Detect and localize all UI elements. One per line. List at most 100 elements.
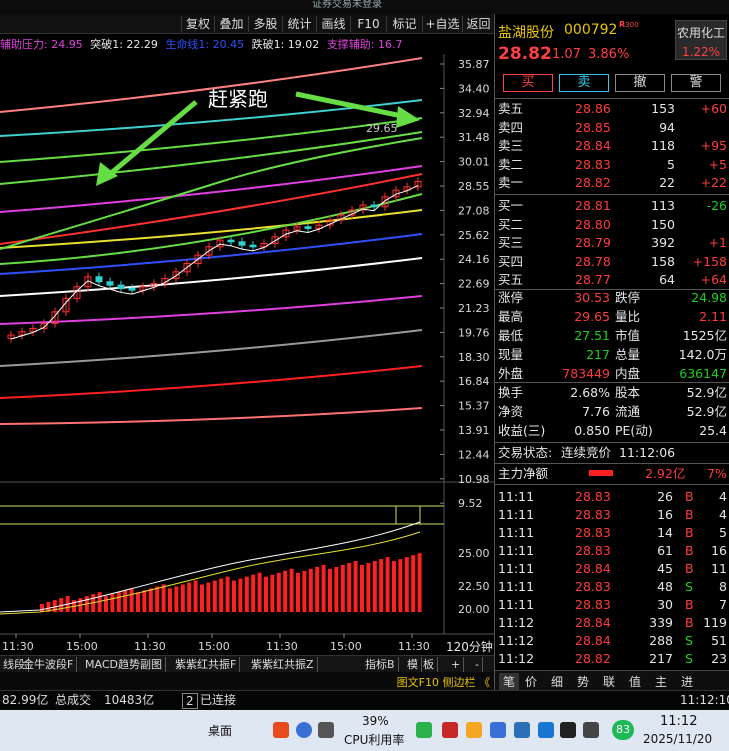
app-orange-icon[interactable] [466,722,482,738]
quote-panel: 盐湖股份 000792 R300 农用化工 1.22% 28.82 1.07 3… [494,14,729,690]
tick-row[interactable]: 11:12 28.84 339 B 119 [495,614,729,632]
bid-row[interactable]: 买二 28.80 150 [495,216,729,234]
price-tick: 16.84 [458,375,490,388]
panel-tab-zhu[interactable]: 主 [655,673,667,690]
toolbar-add-watch-button[interactable]: +自选 [422,16,462,32]
tab-plus-button[interactable]: + [448,657,465,672]
stat-row[interactable]: 最低 27.51 市值 1525亿 [495,327,729,345]
panel-tab-bi[interactable]: 笔 [499,673,520,690]
wifi-icon[interactable] [583,722,599,738]
cancel-button[interactable]: 撤 [615,74,665,92]
price-tick: 22.69 [458,278,490,291]
tick-row[interactable]: 11:11 28.83 48 S 8 [495,578,729,596]
tick-row[interactable]: 11:11 28.83 16 B 4 [495,506,729,524]
tab-minus-button[interactable]: - [472,657,483,672]
panel-tab-jin[interactable]: 进 [681,673,693,690]
toolbar-stats-button[interactable]: 统计 [282,16,316,32]
panel-tab-jia[interactable]: 价 [525,673,537,690]
price-pct: 3.86% [588,47,630,62]
tick-row[interactable]: 11:11 28.83 26 B 4 [495,488,729,506]
bid-row[interactable]: 买三 28.79 392 +1 [495,234,729,252]
panel-tab-lian[interactable]: 联 [603,673,615,690]
stat-row[interactable]: 现量 217 总量 142.0万 [495,346,729,364]
main-flow[interactable]: 主力净额 2.92亿 7% [495,465,729,483]
period-label[interactable]: 120分钟 [446,639,493,654]
panel-tab-xi[interactable]: 细 [551,673,563,690]
tick-row[interactable]: 11:12 28.84 288 S 51 [495,632,729,650]
sub-bar [276,572,281,612]
alert-button[interactable]: 警 [671,74,721,92]
r-marker: R300 [619,20,639,29]
app-s-icon[interactable] [273,722,289,738]
tick-row[interactable]: 11:11 28.83 30 B 7 [495,596,729,614]
candle-body [95,276,103,283]
bluetooth-icon[interactable] [560,722,576,738]
app-cloud-icon[interactable] [538,722,554,738]
price-tick: 10.98 [458,473,490,486]
price-tick: 19.76 [458,326,490,339]
stat-row[interactable]: 收益(三) 0.850 PE(动) 25.4 [495,422,729,440]
tick-row[interactable]: 11:11 28.83 61 B 16 [495,542,729,560]
tab-macd[interactable]: MACD趋势副图 [82,657,166,672]
ask-row[interactable]: 卖二 28.83 5 +5 [495,156,729,174]
sub-bar [411,555,416,612]
toolbar-overlay-button[interactable]: 叠加 [214,16,248,32]
tick-row[interactable]: 11:11 28.83 14 B 5 [495,524,729,542]
taskbar-desktop[interactable]: 桌面 [208,722,232,739]
status-connected: 已连接 [200,693,237,707]
tick-row[interactable]: 11:11 28.84 45 B 11 [495,560,729,578]
tab-indicator-b[interactable]: 指标B [362,657,399,672]
stat-row[interactable]: 外盘 783449 内盘 636147 [495,365,729,383]
bid-row[interactable]: 买五 28.77 64 +64 [495,271,729,289]
tick-row[interactable]: 11:12 28.82 217 S 23 [495,650,729,668]
panel-tab-shi[interactable]: 势 [577,673,589,690]
buy-button[interactable]: 买 [503,74,553,92]
candle-body [227,239,235,243]
kline-chart[interactable]: 35.87 34.40 32.94 31.48 30.01 28.55 27.08 25.62… [0,34,494,664]
sub-bar [104,596,108,612]
toolbar-f10-button[interactable]: F10 [350,16,386,32]
toolbar-fuquan-button[interactable]: 复权 [181,16,214,32]
status-total-label: 总成交 [55,693,92,707]
status-total: 10483亿 [104,693,155,707]
stat-row[interactable]: 净资 7.76 流通 52.9亿 [495,403,729,421]
panel-tab-zhi[interactable]: 值 [629,673,641,690]
f10-sidebar-link[interactable]: 图文F10 侧边栏 《 [397,674,490,690]
tab-ban[interactable]: 板 [420,657,438,672]
ask-row[interactable]: 卖一 28.82 22 +22 [495,174,729,192]
login-status[interactable]: 证券交易未登录 [312,0,382,10]
toolbar-multistock-button[interactable]: 多股 [248,16,282,32]
sub-bar [392,561,396,612]
app-red-icon[interactable] [442,722,458,738]
tab-resonance-f[interactable]: 紫紫红共振F [172,657,241,672]
help-icon[interactable] [296,722,312,738]
tab-jinniu[interactable]: 金牛波段F [20,657,78,672]
sector-badge[interactable]: 农用化工 1.22% [675,20,727,60]
sell-button[interactable]: 卖 [559,74,609,92]
chart-toolbar: 复权 叠加 多股 统计 画线 F10 标记 +自选 返回 [0,14,494,34]
tab-resonance-z[interactable]: 紫紫红共振Z [248,657,318,672]
badge-icon[interactable]: 83 [612,720,634,740]
ask-row[interactable]: 卖三 28.84 118 +95 [495,137,729,155]
keyboard-icon[interactable] [318,722,334,738]
stat-row[interactable]: 涨停 30.53 跌停 24.98 [495,289,729,307]
candle-body [117,284,125,289]
bid-row[interactable]: 买四 28.78 158 +158 [495,253,729,271]
toolbar-back-button[interactable]: 返回 [462,16,494,32]
price-tick: 15.37 [458,400,490,413]
sub-bar [187,582,192,612]
shield-icon[interactable] [490,722,506,738]
price-tick: 12.44 [458,448,490,461]
stat-row[interactable]: 换手 2.68% 股本 52.9亿 [495,384,729,402]
app-blue-icon[interactable] [514,722,530,738]
sub-bar [289,568,294,612]
sub-bar [366,563,371,612]
ask-row[interactable]: 卖五 28.86 153 +60 [495,100,729,118]
stat-row[interactable]: 最高 29.65 量比 2.11 [495,308,729,326]
wechat-icon[interactable] [416,722,432,738]
ask-row[interactable]: 卖四 28.85 94 [495,119,729,137]
bid-row[interactable]: 买一 28.81 113 -26 [495,197,729,215]
sub-bar [328,568,332,612]
toolbar-mark-button[interactable]: 标记 [386,16,422,32]
toolbar-draw-button[interactable]: 画线 [316,16,350,32]
